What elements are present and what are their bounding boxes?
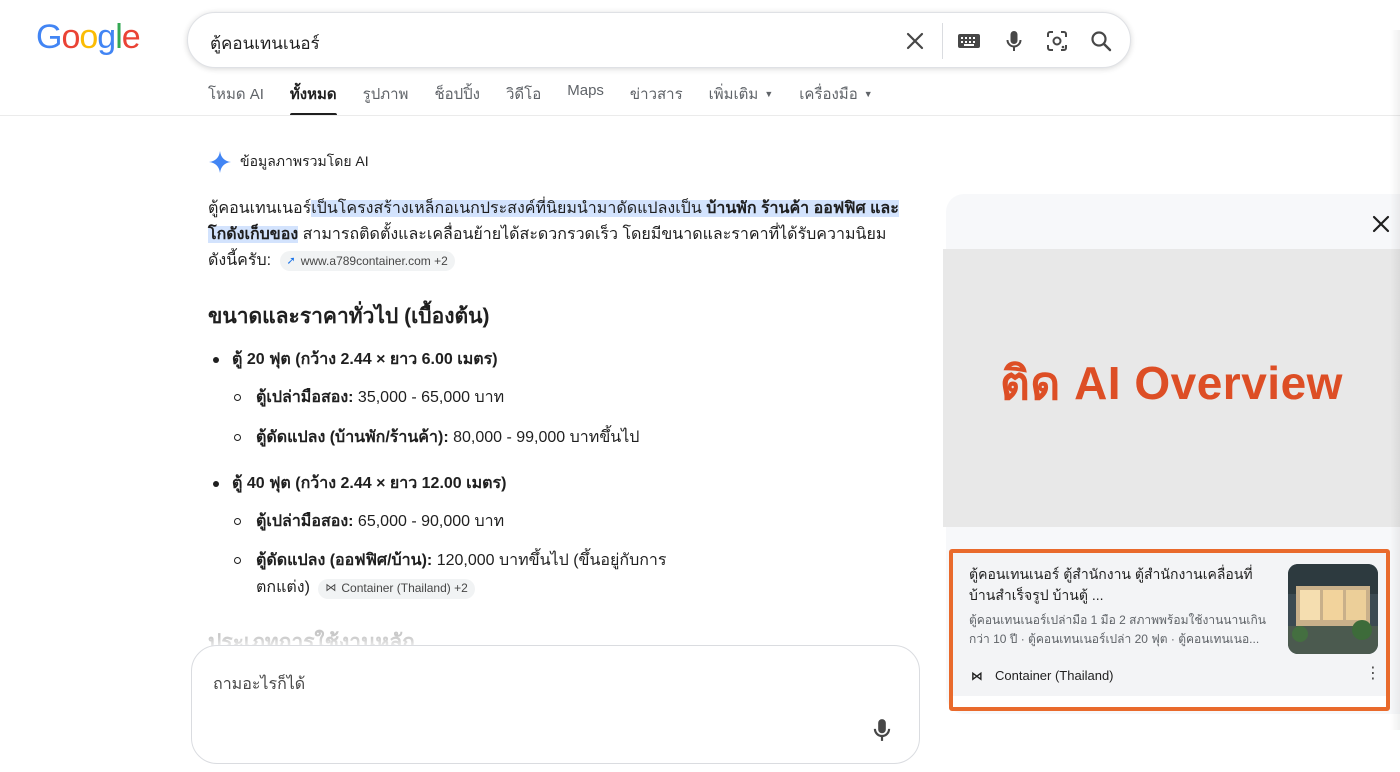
sub-list-item: ตู้ดัดแปลง (บ้านพัก/ร้านค้า): 80,000 - 9… [234, 424, 639, 451]
tab-all[interactable]: ทั้งหมด [289, 82, 337, 116]
tab-news[interactable]: ข่าวสาร [630, 82, 683, 116]
bullet [234, 434, 241, 441]
container-favicon-icon: ⋈ [971, 668, 983, 683]
tab-ai-mode[interactable]: โหมด AI [208, 82, 264, 116]
list-item: ตู้ 20 ฟุต (กว้าง 2.44 × ยาว 6.00 เมตร) [213, 347, 498, 372]
tab-more[interactable]: เพิ่มเติม ▼ [709, 82, 774, 116]
bullet [213, 356, 219, 363]
clear-icon[interactable] [901, 27, 929, 55]
caret-down-icon: ▼ [863, 89, 873, 99]
search-icon[interactable] [1087, 27, 1115, 55]
bullet [234, 518, 241, 525]
more-options-icon[interactable]: ⋮ [1365, 666, 1381, 682]
ai-overview-intro: ตู้คอนเทนเนอร์เป็นโครงสร้างเหล็กอเนกประส… [208, 196, 908, 274]
sub-list-item: ตู้ดัดแปลง (ออฟฟิศ/บ้าน): 120,000 บาทขึ้… [234, 547, 666, 601]
container-favicon-icon: ⋈ [325, 582, 337, 594]
tab-images[interactable]: รูปภาพ [363, 82, 409, 116]
sub-list-item: ตู้เปล่ามือสอง: 65,000 - 90,000 บาท [234, 508, 504, 535]
search-divider [942, 23, 943, 59]
tab-maps[interactable]: Maps [567, 82, 604, 116]
bullet [213, 480, 219, 487]
ask-input[interactable]: ถามอะไรก็ได้ [213, 672, 305, 697]
search-input[interactable]: ตู้คอนเทนเนอร์ [210, 30, 320, 57]
tab-shopping[interactable]: ช็อปปิ้ง [434, 82, 480, 116]
source-card-thumbnail[interactable] [1288, 564, 1378, 654]
lens-icon[interactable] [1043, 27, 1071, 55]
bullet [234, 557, 241, 564]
keyboard-icon[interactable] [955, 27, 983, 55]
source-card-title[interactable]: ตู้คอนเทนเนอร์ ตู้สำนักงาน ตู้สำนักงานเค… [969, 564, 1279, 606]
gemini-sparkle-icon [209, 151, 231, 173]
search-box[interactable]: ตู้คอนเทนเนอร์ [187, 12, 1131, 68]
site-favicon-icon: ➚ [286, 255, 296, 267]
page-edge-shadow [1390, 30, 1400, 730]
bullet [234, 394, 241, 401]
faded-section-heading: ประเภทการใช้งานหลัก [208, 631, 415, 646]
voice-search-icon[interactable] [1000, 27, 1028, 55]
mic-icon[interactable] [873, 718, 891, 747]
source-chip[interactable]: ⋈ Container (Thailand) +2 [318, 578, 475, 599]
ai-overview-header: ข้อมูลภาพรวมโดย AI [208, 150, 369, 174]
google-logo[interactable]: Google [36, 18, 141, 57]
source-chip[interactable]: ➚ www.a789container.com +2 [279, 251, 455, 271]
source-card-snippet: ตู้คอนเทนเนอร์เปล่ามือ 1 มือ 2 สภาพพร้อม… [969, 613, 1267, 646]
source-card-site[interactable]: ⋈ Container (Thailand) [971, 668, 1114, 683]
header-divider [0, 115, 1400, 116]
source-card[interactable]: ตู้คอนเทนเนอร์ ตู้สำนักงาน ตู้สำนักงานเค… [949, 549, 1390, 711]
section-heading: ขนาดและราคาทั่วไป (เบื้องต้น) [208, 305, 490, 328]
sub-list-item: ตู้เปล่ามือสอง: 35,000 - 65,000 บาท [234, 384, 504, 411]
source-card-body: ตู้คอนเทนเนอร์ ตู้สำนักงาน ตู้สำนักงานเค… [953, 553, 1386, 696]
list-item: ตู้ 40 ฟุต (กว้าง 2.44 × ยาว 12.00 เมตร) [213, 471, 506, 496]
tab-tools[interactable]: เครื่องมือ ▼ [799, 82, 872, 116]
promo-overlay: ติด AI Overview [943, 249, 1400, 527]
tab-videos[interactable]: วิดีโอ [506, 82, 541, 116]
caret-down-icon: ▼ [764, 89, 774, 99]
ask-anything-box[interactable]: ถามอะไรก็ได้ [191, 645, 920, 764]
search-tabs: โหมด AI ทั้งหมด รูปภาพ ช็อปปิ้ง วิดีโอ M… [208, 82, 899, 116]
